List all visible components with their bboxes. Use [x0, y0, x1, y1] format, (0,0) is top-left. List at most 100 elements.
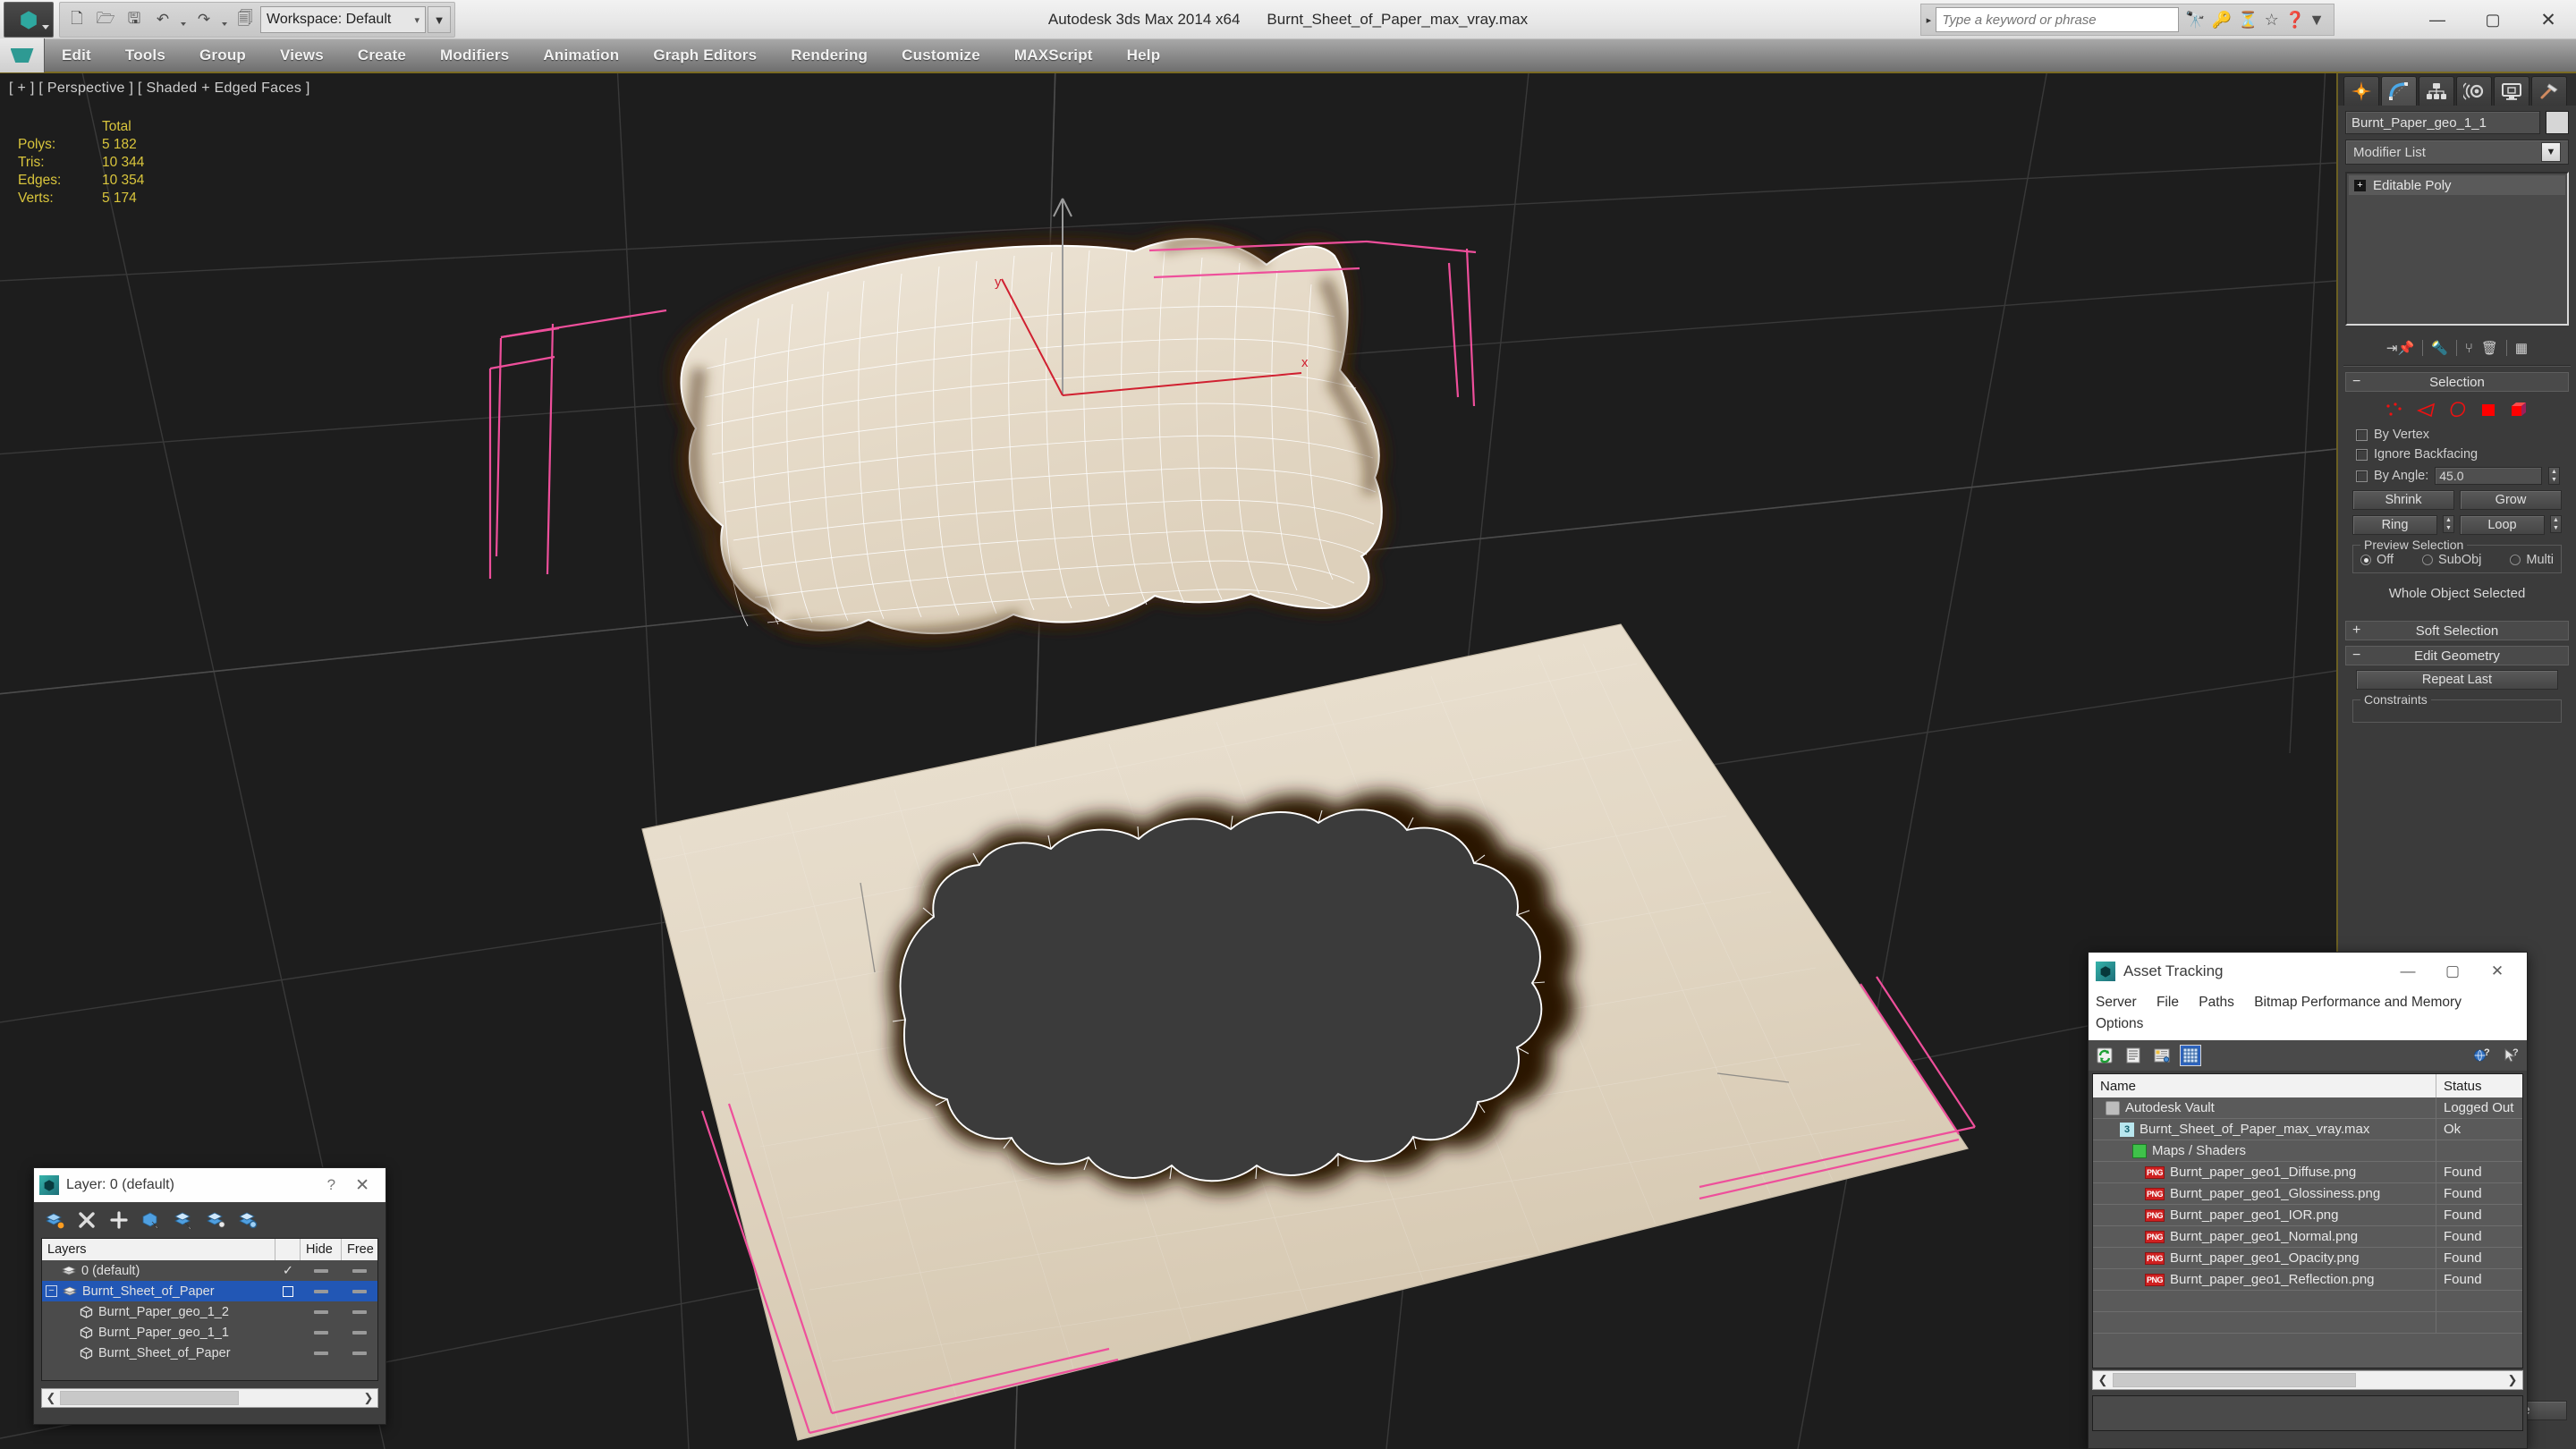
save-file-icon[interactable]: 🖫 [121, 4, 148, 35]
by-vertex-checkbox[interactable] [2356, 428, 2368, 441]
freeze-toggle[interactable] [342, 1289, 377, 1293]
asset-row-normal[interactable]: PNG Burnt_paper_geo1_Normal.png Found [2093, 1226, 2522, 1249]
application-menu-button[interactable]: ⬢ [4, 2, 54, 38]
preview-off-option[interactable]: Off [2360, 553, 2394, 567]
maximize-button[interactable]: ▢ [2465, 0, 2521, 39]
menu-item-create[interactable]: Create [341, 38, 423, 72]
modifier-stack[interactable]: + Editable Poly [2345, 172, 2569, 326]
scroll-thumb[interactable] [60, 1391, 239, 1405]
hide-toggle[interactable] [301, 1289, 342, 1293]
close-button[interactable]: ✕ [2521, 0, 2576, 39]
scroll-right-icon[interactable]: ❯ [360, 1391, 377, 1405]
create-tab[interactable] [2343, 76, 2379, 106]
expander-icon[interactable]: − [46, 1285, 57, 1297]
expand-icon[interactable]: + [2354, 179, 2366, 191]
polygon-mode[interactable] [2479, 402, 2497, 418]
menu-item-tools[interactable]: Tools [108, 38, 182, 72]
create-new-layer-icon[interactable] [45, 1210, 64, 1230]
configure-modifier-sets-icon[interactable]: ▦ [2515, 340, 2528, 356]
grow-button[interactable]: Grow [2460, 490, 2562, 510]
undo-icon[interactable]: ↶ [149, 4, 176, 35]
select-highlighted-objects-icon[interactable] [206, 1210, 225, 1230]
by-vertex-row[interactable]: By Vertex [2349, 425, 2565, 445]
asset-row-maxfile[interactable]: 3 Burnt_Sheet_of_Paper_max_vray.max Ok [2093, 1119, 2522, 1141]
modifier-list-dropdown[interactable]: Modifier List ▼ [2345, 140, 2569, 165]
repeat-last-button[interactable]: Repeat Last [2356, 670, 2558, 690]
list-view-icon[interactable] [2123, 1045, 2144, 1066]
freeze-toggle[interactable] [342, 1268, 377, 1273]
funnel-icon[interactable]: ⏳ [2238, 11, 2258, 30]
freeze-toggle[interactable] [342, 1330, 377, 1335]
chevron-down-icon[interactable]: ▼ [2309, 11, 2325, 30]
close-button[interactable]: ✕ [2475, 962, 2520, 980]
layer-list[interactable]: Layers Hide Free 0 (default) ✓ − Burnt_S… [41, 1238, 378, 1381]
star-icon[interactable]: ☆ [2265, 11, 2279, 30]
vertex-mode[interactable] [2385, 402, 2404, 418]
loop-spinner[interactable]: ▲ ▼ [2550, 515, 2562, 533]
menu-item-paths[interactable]: Paths [2199, 995, 2234, 1010]
add-selected-objects-icon[interactable] [109, 1210, 129, 1230]
menu-item-graph-editors[interactable]: Graph Editors [636, 38, 774, 72]
element-mode[interactable] [2510, 402, 2529, 418]
preview-subobj-radio[interactable] [2422, 555, 2434, 565]
layer-dialog[interactable]: ⬢ Layer: 0 (default) ? ✕ Layers Hide Fre… [33, 1167, 386, 1425]
app-menu-icon[interactable] [0, 38, 45, 72]
close-icon[interactable]: ✕ [355, 1175, 380, 1196]
asset-row-maps-shaders[interactable]: Maps / Shaders [2093, 1140, 2522, 1163]
preview-multi-radio[interactable] [2510, 555, 2521, 565]
menu-item-help[interactable]: Help [1110, 38, 1178, 72]
object-name-field[interactable]: Burnt_Paper_geo_1_1 [2345, 111, 2540, 134]
make-unique-icon[interactable]: ⑂ [2465, 341, 2473, 356]
viewport-label[interactable]: [ + ] [ Perspective ] [ Shaded + Edged F… [9, 80, 310, 97]
help-icon[interactable]: ❓ [2285, 11, 2305, 30]
hide-toggle[interactable] [301, 1309, 342, 1314]
help-globe-icon[interactable]: ? [2471, 1045, 2493, 1066]
edge-mode[interactable] [2417, 402, 2436, 418]
menu-item-bitmap-performance[interactable]: Bitmap Performance and Memory [2254, 995, 2462, 1010]
by-angle-spinner[interactable]: ▲ ▼ [2548, 467, 2560, 485]
display-tab[interactable] [2494, 76, 2529, 106]
layer-horizontal-scrollbar[interactable]: ❮ ❯ [41, 1388, 378, 1408]
asset-tracking-dialog[interactable]: ⬢ Asset Tracking — ▢ ✕ Server File Paths… [2088, 952, 2528, 1449]
asset-row-empty-2[interactable] [2093, 1312, 2522, 1335]
loop-button[interactable]: Loop [2460, 515, 2545, 535]
asset-row-reflection[interactable]: PNG Burnt_paper_geo1_Reflection.png Foun… [2093, 1269, 2522, 1292]
ring-spinner[interactable]: ▲ ▼ [2443, 515, 2454, 533]
remove-modifier-icon[interactable]: 🗑 [2481, 340, 2498, 356]
workspace-selector[interactable]: Workspace: Default ▾ [260, 6, 426, 33]
binoculars-icon[interactable]: 🔭 [2185, 11, 2205, 30]
delete-highlighted-icon[interactable] [77, 1210, 97, 1230]
layer-object-row-3[interactable]: Burnt_Sheet_of_Paper [42, 1343, 377, 1363]
by-angle-field[interactable]: 45.0 [2435, 467, 2542, 485]
help-pointer-icon[interactable]: ? [2500, 1045, 2521, 1066]
object-color-swatch[interactable] [2546, 111, 2569, 134]
help-icon[interactable]: ? [315, 1176, 348, 1194]
hide-toggle[interactable] [301, 1268, 342, 1273]
minimize-button[interactable]: — [2385, 962, 2430, 980]
layer-row-burnt-sheet[interactable]: − Burnt_Sheet_of_Paper [42, 1281, 377, 1301]
asset-tracking-table[interactable]: Name Status Autodesk Vault Logged Out 3 … [2092, 1073, 2523, 1369]
hide-toggle[interactable] [301, 1330, 342, 1335]
modifier-stack-item-editable-poly[interactable]: + Editable Poly [2349, 175, 2565, 195]
hierarchy-tab[interactable] [2419, 76, 2454, 106]
infocenter-expand-icon[interactable]: ▸ [1921, 4, 1936, 35]
ring-button[interactable]: Ring [2352, 515, 2437, 535]
layer-object-row-1[interactable]: Burnt_Paper_geo_1_2 [42, 1301, 377, 1322]
project-folder-icon[interactable]: 🗐 [232, 4, 258, 35]
maximize-button[interactable]: ▢ [2430, 962, 2475, 980]
rollout-header-soft-selection[interactable]: + Soft Selection [2345, 621, 2569, 640]
layer-properties-icon[interactable] [238, 1210, 258, 1230]
menu-item-customize[interactable]: Customize [885, 38, 997, 72]
scroll-thumb[interactable] [2113, 1373, 2356, 1388]
show-end-result-icon[interactable]: 🔦 [2431, 340, 2448, 356]
key-icon[interactable]: 🔑 [2212, 11, 2232, 30]
asset-row-empty-1[interactable] [2093, 1291, 2522, 1313]
ignore-backfacing-row[interactable]: Ignore Backfacing [2349, 445, 2565, 464]
details-view-icon[interactable] [2151, 1045, 2173, 1066]
current-layer-check[interactable]: ✓ [275, 1264, 301, 1278]
minimize-button[interactable]: — [2410, 0, 2465, 39]
asset-row-opacity[interactable]: PNG Burnt_paper_geo1_Opacity.png Found [2093, 1248, 2522, 1270]
asset-row-vault[interactable]: Autodesk Vault Logged Out [2093, 1097, 2522, 1120]
grid-view-icon[interactable] [2180, 1045, 2201, 1067]
by-angle-checkbox[interactable] [2356, 470, 2368, 482]
